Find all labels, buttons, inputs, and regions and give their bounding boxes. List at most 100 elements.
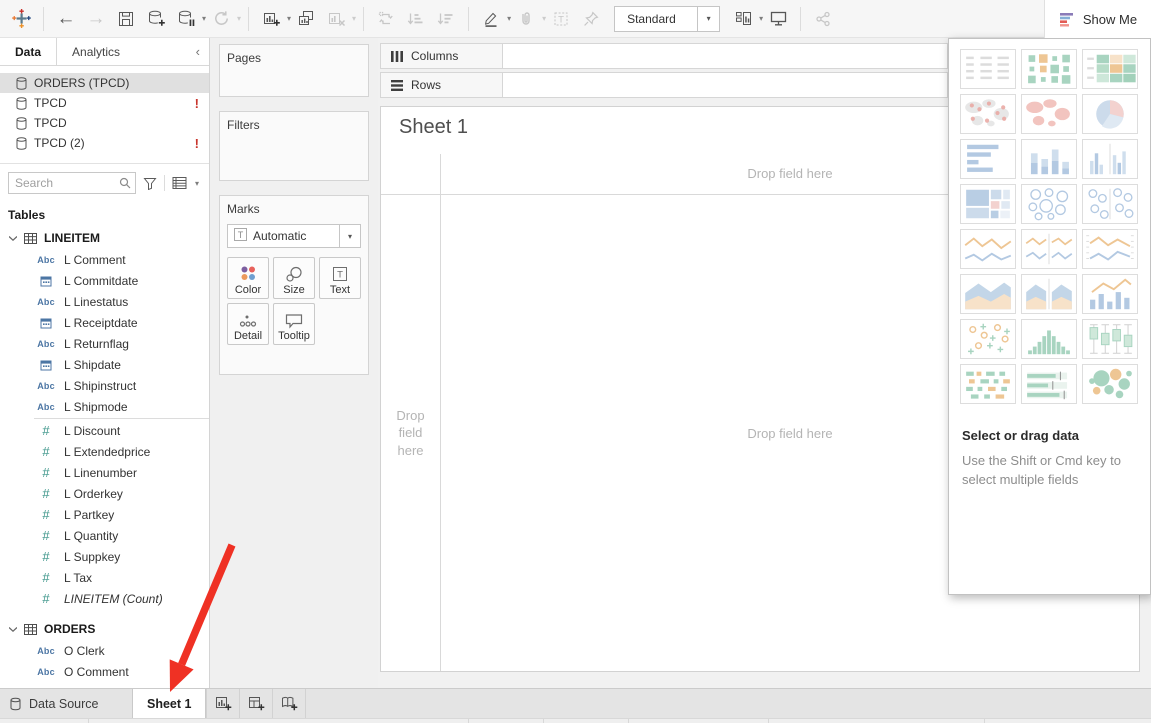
chevron-down-icon[interactable] <box>9 236 17 241</box>
new-dashboard-tab-button[interactable] <box>240 689 273 718</box>
mark-size-button[interactable]: Size <box>273 257 315 299</box>
data-source-item[interactable]: ORDERS (TPCD) <box>0 73 209 93</box>
showme-symbol-map-thumbnail[interactable] <box>960 94 1016 134</box>
field-item[interactable]: #L Partkey <box>0 504 209 525</box>
showme-highlight-table-thumbnail[interactable] <box>1082 49 1138 89</box>
mark-color-button[interactable]: Color <box>227 257 269 299</box>
field-item[interactable]: AbcL Returnflag <box>0 333 209 354</box>
view-options-caret-icon[interactable]: ▾ <box>195 179 199 188</box>
run-update-caret-icon[interactable]: ▾ <box>237 14 241 23</box>
showme-packed-bubbles-thumbnail[interactable] <box>1021 184 1077 224</box>
clear-sheet-button[interactable] <box>324 4 348 34</box>
filter-fields-icon[interactable] <box>143 177 157 190</box>
field-item[interactable]: AbcO Comment <box>0 661 209 682</box>
showme-area-continuous-thumbnail[interactable] <box>960 274 1016 314</box>
sort-ascending-button[interactable] <box>404 4 428 34</box>
highlight-button[interactable] <box>479 4 503 34</box>
undo-button[interactable]: ← <box>54 4 78 34</box>
redo-button[interactable]: → <box>84 4 108 34</box>
mark-text-button[interactable]: TText <box>319 257 361 299</box>
mark-detail-button[interactable]: Detail <box>227 303 269 345</box>
showme-filled-map-thumbnail[interactable] <box>1021 94 1077 134</box>
showme-lines-continuous-thumbnail[interactable] <box>960 229 1016 269</box>
show-mark-labels-button[interactable]: T <box>549 4 573 34</box>
field-item[interactable]: AbcL Shipinstruct <box>0 375 209 396</box>
showme-horizontal-bars-thumbnail[interactable] <box>960 139 1016 179</box>
mark-tooltip-button[interactable]: Tooltip <box>273 303 315 345</box>
showme-heat-map-thumbnail[interactable] <box>1021 49 1077 89</box>
presentation-mode-button[interactable] <box>766 4 790 34</box>
mark-type-caret-icon[interactable]: ▾ <box>339 225 360 247</box>
tableau-logo-icon[interactable] <box>9 4 33 34</box>
showme-treemap-thumbnail[interactable] <box>960 184 1016 224</box>
field-item[interactable]: AbcL Shipmode <box>0 396 209 417</box>
new-story-tab-button[interactable] <box>273 689 306 718</box>
save-button[interactable] <box>114 4 138 34</box>
data-source-item[interactable]: TPCD (2)! <box>0 133 209 153</box>
sort-descending-button[interactable] <box>434 4 458 34</box>
field-item[interactable]: #L Orderkey <box>0 483 209 504</box>
share-workbook-button[interactable] <box>811 4 835 34</box>
showme-pie-chart-thumbnail[interactable] <box>1082 94 1138 134</box>
showme-text-table-thumbnail[interactable] <box>960 49 1016 89</box>
show-hide-cards-button[interactable] <box>731 4 755 34</box>
data-source-item[interactable]: TPCD <box>0 113 209 133</box>
tab-data[interactable]: Data <box>0 38 57 65</box>
run-update-button[interactable] <box>209 4 233 34</box>
group-members-caret-icon[interactable]: ▾ <box>542 14 546 23</box>
field-item[interactable]: AbcL Linestatus <box>0 291 209 312</box>
fit-selector[interactable]: Standard ▾ <box>614 6 720 32</box>
tab-data-source[interactable]: Data Source <box>0 689 118 718</box>
showme-stacked-bars-thumbnail[interactable] <box>1021 139 1077 179</box>
highlight-caret-icon[interactable]: ▾ <box>507 14 511 23</box>
marks-card[interactable]: Marks T Automatic ▾ ColorSizeTTextDetail… <box>219 195 369 375</box>
show-me-button[interactable]: Show Me <box>1044 0 1151 38</box>
showme-histogram-thumbnail[interactable] <box>1021 319 1077 359</box>
data-source-item[interactable]: TPCD! <box>0 93 209 113</box>
table-group-header[interactable]: LINEITEM <box>0 227 209 249</box>
showme-bullet-graph-thumbnail[interactable] <box>1021 364 1077 404</box>
fit-selector-caret-icon[interactable]: ▾ <box>697 7 719 31</box>
mark-type-dropdown[interactable]: T Automatic ▾ <box>227 224 361 248</box>
showme-dual-combination-thumbnail[interactable] <box>1082 274 1138 314</box>
field-item[interactable]: #L Quantity <box>0 525 209 546</box>
field-item[interactable]: #L Extendedprice <box>0 441 209 462</box>
drop-zone-rows[interactable]: Drop field here <box>381 195 440 671</box>
field-item[interactable]: L Receiptdate <box>0 312 209 333</box>
showme-bubble-chart-thumbnail[interactable] <box>1082 364 1138 404</box>
swap-rows-columns-button[interactable] <box>374 4 398 34</box>
showme-side-by-side-bars-thumbnail[interactable] <box>1082 139 1138 179</box>
pages-card[interactable]: Pages <box>219 44 369 97</box>
chevron-down-icon[interactable] <box>9 627 17 632</box>
fix-axes-button[interactable] <box>579 4 603 34</box>
field-item[interactable]: #L Tax <box>0 567 209 588</box>
show-hide-cards-caret-icon[interactable]: ▾ <box>759 14 763 23</box>
field-item[interactable]: AbcO Clerk <box>0 640 209 661</box>
clear-sheet-caret-icon[interactable]: ▾ <box>352 14 356 23</box>
showme-box-and-whisker-thumbnail[interactable] <box>1082 319 1138 359</box>
field-item[interactable]: #L Discount <box>0 420 209 441</box>
collapse-pane-icon[interactable]: ‹ <box>187 38 209 65</box>
group-members-button[interactable] <box>514 4 538 34</box>
showme-lines-discrete-thumbnail[interactable] <box>1021 229 1077 269</box>
pause-updates-caret-icon[interactable]: ▾ <box>202 14 206 23</box>
showme-dual-lines-thumbnail[interactable] <box>1082 229 1138 269</box>
new-worksheet-tab-button[interactable] <box>206 689 240 718</box>
columns-shelf-drop-area[interactable] <box>503 44 947 68</box>
tab-sheet-1[interactable]: Sheet 1 <box>132 689 206 718</box>
filters-card[interactable]: Filters <box>219 111 369 181</box>
field-item[interactable]: #L Suppkey <box>0 546 209 567</box>
showme-scatter-plot-thumbnail[interactable] <box>960 319 1016 359</box>
field-item[interactable]: #L Linenumber <box>0 462 209 483</box>
new-data-source-button[interactable] <box>144 4 168 34</box>
showme-area-discrete-thumbnail[interactable] <box>1021 274 1077 314</box>
new-worksheet-caret-icon[interactable]: ▾ <box>287 14 291 23</box>
field-item[interactable]: L Shipdate <box>0 354 209 375</box>
field-item[interactable]: AbcL Comment <box>0 249 209 270</box>
tab-analytics[interactable]: Analytics <box>57 38 135 65</box>
field-item[interactable]: #LINEITEM (Count) <box>0 588 209 609</box>
view-options-icon[interactable] <box>172 177 187 189</box>
showme-gantt-thumbnail[interactable] <box>960 364 1016 404</box>
showme-side-by-side-circles-thumbnail[interactable] <box>1082 184 1138 224</box>
table-group-header[interactable]: ORDERS <box>0 618 209 640</box>
